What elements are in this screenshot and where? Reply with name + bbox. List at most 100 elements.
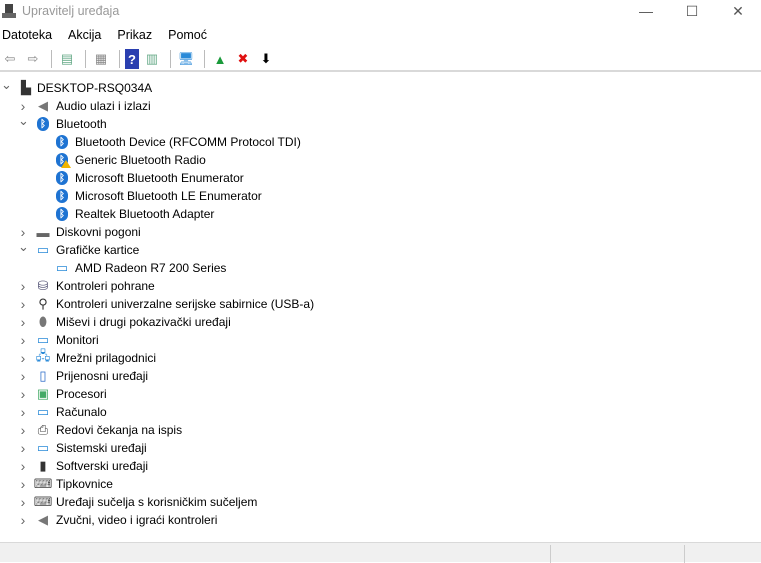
collapse-chevron-icon[interactable]: ⌄: [18, 239, 29, 255]
close-button[interactable]: ✕: [715, 0, 761, 22]
tree-item[interactable]: › ⛁ Kontroleri pohrane: [0, 277, 761, 295]
tree-item-label: Mrežni prilagodnici: [56, 351, 157, 365]
help-icon[interactable]: ?: [125, 49, 139, 69]
disable-device-icon[interactable]: ⬇: [256, 49, 276, 69]
expand-chevron-icon[interactable]: ›: [18, 440, 28, 456]
network-icon: 🖧: [35, 348, 51, 363]
tree-item[interactable]: › ▭ Sistemski uređaji: [0, 439, 761, 457]
tree-item[interactable]: › ⌨ Uređaji sučelja s korisničkim sučeljem: [0, 493, 761, 511]
expand-chevron-icon[interactable]: ›: [18, 422, 28, 438]
display-adapter-icon: ▭: [36, 242, 50, 257]
bluetooth-icon: ᛒ: [55, 189, 69, 203]
expand-chevron-icon[interactable]: ›: [18, 332, 28, 348]
tree-item[interactable]: ᛒ Realtek Bluetooth Adapter: [0, 205, 761, 223]
menu-bar: Datoteka Akcija Prikaz Pomoć: [0, 22, 761, 48]
expand-chevron-icon[interactable]: ›: [18, 458, 28, 474]
expand-chevron-icon[interactable]: ›: [18, 368, 28, 384]
tree-item[interactable]: › ⎙ Redovi čekanja na ispis: [0, 421, 761, 439]
keyboard-icon: ⌨: [33, 476, 53, 491]
expand-chevron-icon[interactable]: ›: [18, 476, 28, 492]
tree-item[interactable]: › ▬ Diskovni pogoni: [0, 223, 761, 241]
tree-item[interactable]: ᛒ Bluetooth Device (RFCOMM Protocol TDI): [0, 133, 761, 151]
tree-item[interactable]: ᛒ Microsoft Bluetooth LE Enumerator: [0, 187, 761, 205]
menu-pomoć[interactable]: Pomoć: [168, 28, 207, 42]
expand-chevron-icon[interactable]: ›: [18, 278, 28, 294]
tree-item-label: Sistemski uređaji: [56, 441, 147, 455]
tree-item-label: Redovi čekanja na ispis: [56, 423, 183, 437]
tree-item-label: Bluetooth: [56, 117, 107, 131]
storage-icon: ⛁: [37, 278, 49, 293]
tree-item-label: Procesori: [56, 387, 107, 401]
menu-akcija[interactable]: Akcija: [68, 28, 101, 42]
tree-item-label: Miševi i drugi pokazivački uređaji: [56, 315, 231, 329]
speaker-icon: ◀: [38, 512, 48, 527]
tree-item[interactable]: › 🖧 Mrežni prilagodnici: [0, 348, 761, 367]
collapse-chevron-icon[interactable]: ⌄: [18, 113, 29, 129]
tree-item[interactable]: › ⌨ Tipkovnice: [0, 475, 761, 493]
window-title: Upravitelj uređaja: [22, 4, 120, 18]
software-icon: ▮: [39, 458, 47, 473]
tree-item-label: Microsoft Bluetooth LE Enumerator: [75, 189, 262, 203]
tree-item[interactable]: › ⬮ Miševi i drugi pokazivački uređaji: [0, 313, 761, 331]
processor-icon: ▣: [36, 386, 50, 401]
toolbar-separator: [170, 50, 171, 68]
tree-item[interactable]: ᛒ Generic Bluetooth Radio: [0, 151, 761, 169]
tree-item-label: Diskovni pogoni: [56, 225, 141, 239]
monitor-icon: ▭: [36, 332, 50, 347]
portable-icon: ▯: [39, 368, 47, 383]
tree-item[interactable]: ⌄ ▭ Grafičke kartice: [0, 239, 761, 259]
back-icon[interactable]: ⇦: [0, 49, 20, 69]
tree-item[interactable]: › ▯ Prijenosni uređaji: [0, 367, 761, 385]
tree-item[interactable]: › ▭ Računalo: [0, 403, 761, 421]
tree-item[interactable]: › ⚲ Kontroleri univerzalne serijske sabirn…: [0, 295, 761, 313]
device-tree: ⌄ ▙ DESKTOP-RSQ034A › ◀ Audio ulazi i izlazi ⌄…: [0, 77, 761, 529]
update-driver-icon[interactable]: ▲: [210, 49, 230, 69]
action-pane-icon[interactable]: ▥: [142, 49, 162, 69]
tree-item-label: Realtek Bluetooth Adapter: [75, 207, 215, 221]
uninstall-device-icon[interactable]: ✖: [233, 49, 253, 69]
tree-item-label: Uređaji sučelja s korisničkim sučeljem: [56, 495, 258, 509]
bluetooth-icon: ᛒ: [55, 207, 69, 221]
forward-icon[interactable]: ⇨: [23, 49, 43, 69]
title-bar: Upravitelj uređaja — ☐ ✕: [0, 0, 761, 22]
toolbar-separator: [51, 50, 52, 68]
expand-chevron-icon[interactable]: ›: [18, 494, 28, 510]
tree-item[interactable]: ᛒ Microsoft Bluetooth Enumerator: [0, 169, 761, 187]
disk-icon: ▬: [36, 224, 50, 240]
expand-chevron-icon[interactable]: ›: [18, 314, 28, 330]
usb-icon: ⚲: [38, 296, 48, 311]
maximize-button[interactable]: ☐: [669, 0, 715, 22]
printer-icon: ⎙: [37, 422, 49, 437]
system-icon: ▭: [36, 440, 50, 455]
tree-item-label: Generic Bluetooth Radio: [75, 153, 206, 167]
expand-chevron-icon[interactable]: ›: [18, 404, 28, 420]
expand-chevron-icon[interactable]: ›: [18, 350, 28, 366]
tree-item-label: Tipkovnice: [56, 477, 113, 491]
tree-item[interactable]: › ▮ Softverski uređaji: [0, 457, 761, 475]
menu-prikaz[interactable]: Prikaz: [117, 28, 152, 42]
tree-item[interactable]: ⌄ ᛒ Bluetooth: [0, 113, 761, 133]
tree-item[interactable]: › ◀ Audio ulazi i izlazi: [0, 97, 761, 115]
bluetooth-icon: ᛒ: [36, 117, 50, 131]
toolbar-separator: [204, 50, 205, 68]
tree-item-label: Kontroleri pohrane: [56, 279, 155, 293]
expand-chevron-icon[interactable]: ›: [18, 512, 28, 528]
collapse-chevron-icon[interactable]: ⌄: [1, 77, 12, 93]
tree-item[interactable]: ▭ AMD Radeon R7 200 Series: [0, 259, 761, 277]
minimize-button[interactable]: —: [623, 0, 669, 22]
tree-item[interactable]: ⌄ ▙ DESKTOP-RSQ034A: [0, 77, 761, 97]
scan-hardware-icon[interactable]: 🖥: [176, 49, 196, 69]
tree-item[interactable]: › ◀ Zvučni, video i igraći kontroleri: [0, 511, 761, 529]
status-bar: [0, 542, 761, 563]
menu-datoteka[interactable]: Datoteka: [2, 28, 52, 42]
expand-chevron-icon[interactable]: ›: [18, 296, 28, 312]
bluetooth-warning-icon: ᛒ: [55, 153, 71, 168]
tree-item[interactable]: › ▣ Procesori: [0, 385, 761, 403]
toolbar-separator: [85, 50, 86, 68]
expand-chevron-icon[interactable]: ›: [18, 386, 28, 402]
show-hide-console-tree-icon[interactable]: ▤: [57, 49, 77, 69]
properties-icon[interactable]: ▦: [91, 49, 111, 69]
tree-item-label: AMD Radeon R7 200 Series: [75, 261, 227, 275]
tree-item-label: Monitori: [56, 333, 99, 347]
tree-item[interactable]: › ▭ Monitori: [0, 331, 761, 349]
